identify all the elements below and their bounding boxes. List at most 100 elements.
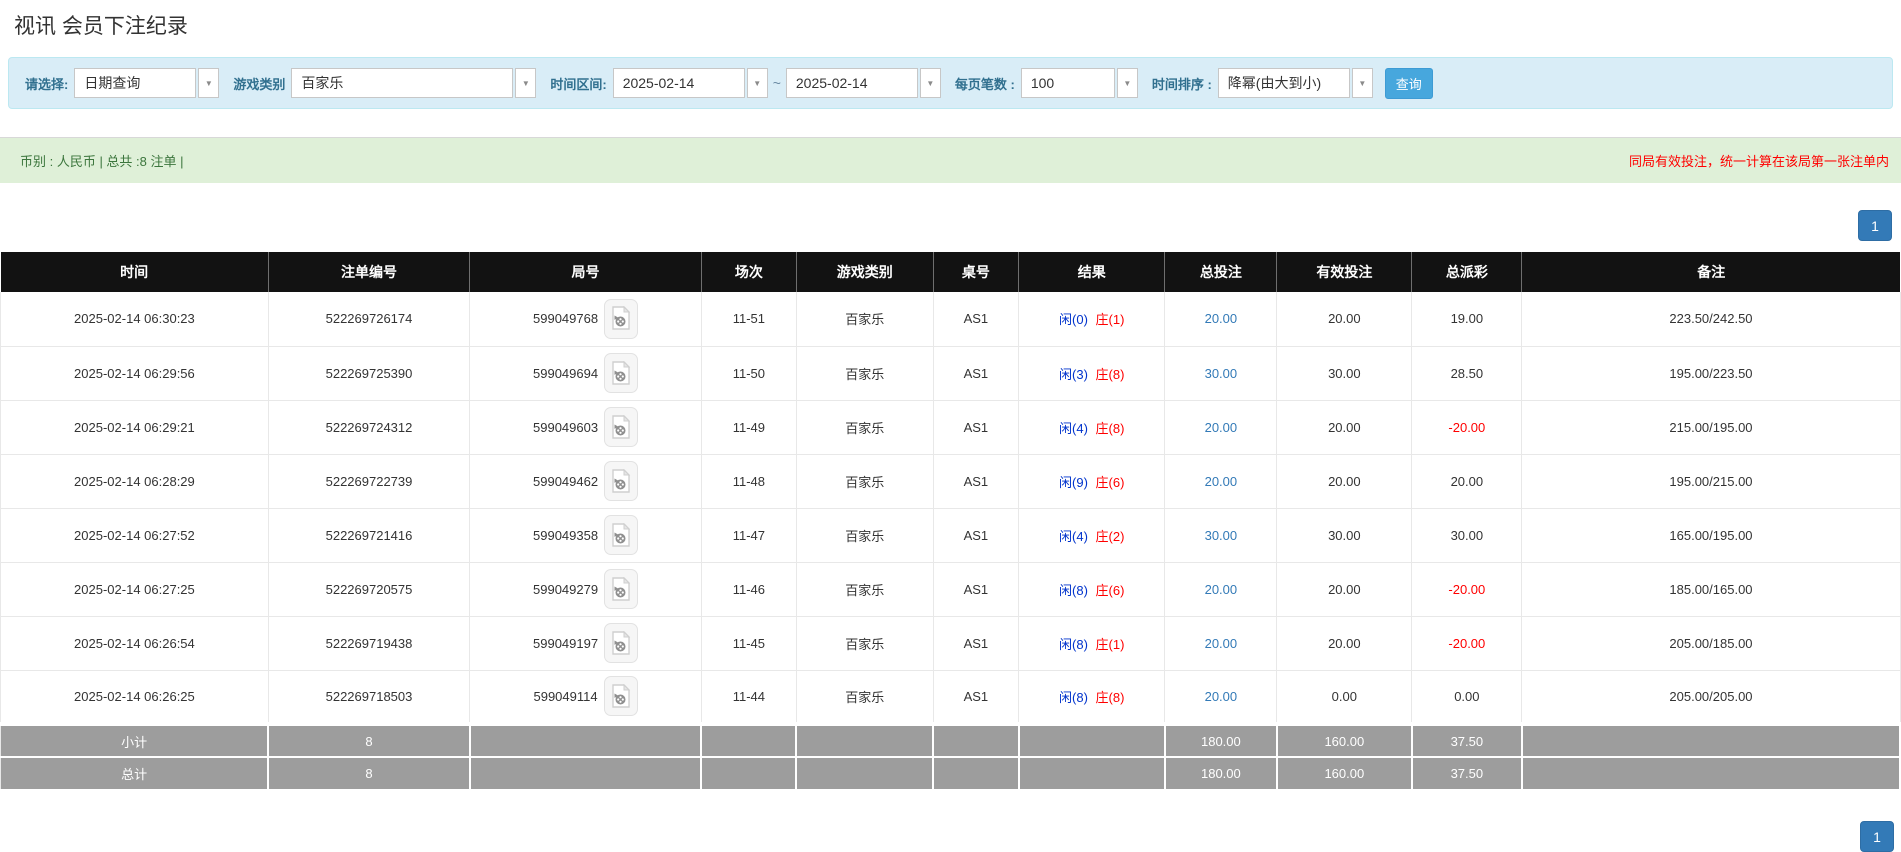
cell-total-bet-link[interactable]: 30.00 <box>1164 346 1278 401</box>
chevron-down-icon[interactable]: ▼ <box>746 68 768 98</box>
round-id-text: 599049603 <box>533 419 599 435</box>
video-file-icon <box>612 468 631 493</box>
result-banker: 庄(1) <box>1095 312 1125 328</box>
cell-total-bet-link[interactable]: 20.00 <box>1164 292 1278 347</box>
table-row: 2025-02-14 06:29:21 522269724312 5990496… <box>0 400 1901 455</box>
cell-time: 2025-02-14 06:29:56 <box>0 346 269 401</box>
video-replay-button[interactable] <box>604 515 639 555</box>
valid-bet-notice-text: 同局有效投注，统一计算在该局第一张注单内 <box>1628 154 1889 169</box>
cell-payout: 0.00 <box>1411 670 1523 725</box>
chevron-down-icon[interactable]: ▼ <box>1351 68 1373 98</box>
cell-session: 11-50 <box>701 346 797 401</box>
cell-payout: -20.00 <box>1411 562 1523 617</box>
cell-round: 599049694 <box>469 346 702 401</box>
video-replay-button[interactable] <box>603 676 638 717</box>
cell-game-type: 百家乐 <box>796 508 934 563</box>
search-button[interactable]: 查询 <box>1384 67 1433 99</box>
filter-toolbar: 请选择: 日期查询 ▼ 游戏类别 百家乐 ▼ 时间区间: 2025-02-14 … <box>8 57 1893 109</box>
query-mode-select[interactable]: 日期查询 ▼ <box>74 68 220 98</box>
video-replay-button[interactable] <box>604 623 639 663</box>
total-payout: 37.50 <box>1410 756 1523 791</box>
cell-valid-bet: 0.00 <box>1276 670 1413 725</box>
column-header-remark: 备注 <box>1521 252 1900 292</box>
result-banker: 庄(1) <box>1095 636 1125 652</box>
game-type-value[interactable]: 百家乐 <box>291 68 514 98</box>
cell-table: AS1 <box>933 670 1020 725</box>
cell-valid-bet: 30.00 <box>1276 346 1413 401</box>
subtotal-payout: 37.50 <box>1410 722 1523 758</box>
table-row: 2025-02-14 06:27:25 522269720575 5990492… <box>0 562 1901 617</box>
video-replay-button[interactable] <box>604 353 639 393</box>
cell-total-bet-link[interactable]: 20.00 <box>1164 616 1278 671</box>
bet-records-table: 时间 注单编号 局号 场次 游戏类别 桌号 结果 总投注 有效投注 总派彩 备注… <box>0 252 1901 791</box>
cell-table: AS1 <box>933 400 1020 455</box>
date-from-value[interactable]: 2025-02-14 <box>612 68 745 98</box>
game-type-select[interactable]: 百家乐 ▼ <box>291 68 537 98</box>
chevron-down-icon[interactable]: ▼ <box>198 68 220 98</box>
cell-round: 599049768 <box>469 292 702 347</box>
date-from-select[interactable]: 2025-02-14 ▼ <box>612 68 768 98</box>
cell-round: 599049358 <box>469 508 702 563</box>
pagination-page-1-bottom[interactable]: 1 <box>1860 821 1894 852</box>
subtotal-empty <box>1017 722 1166 758</box>
cell-total-bet-link[interactable]: 20.00 <box>1164 400 1278 455</box>
result-player: 闲(8) <box>1059 636 1088 652</box>
cell-table: AS1 <box>933 346 1020 401</box>
cell-result: 闲(8) 庄(8) <box>1018 670 1166 725</box>
cell-total-bet-link[interactable]: 20.00 <box>1164 670 1278 725</box>
chevron-down-icon[interactable]: ▼ <box>919 68 941 98</box>
time-range-label: 时间区间: <box>550 76 607 92</box>
cell-game-type: 百家乐 <box>796 292 934 347</box>
chevron-down-icon[interactable]: ▼ <box>1116 68 1138 98</box>
video-replay-button[interactable] <box>604 461 639 501</box>
query-mode-value[interactable]: 日期查询 <box>74 68 197 98</box>
page-size-select[interactable]: 100 ▼ <box>1020 68 1138 98</box>
page-size-value[interactable]: 100 <box>1020 68 1115 98</box>
video-file-icon <box>612 306 631 330</box>
table-row: 2025-02-14 06:27:52 522269721416 5990493… <box>0 508 1901 563</box>
page-title: 视讯 会员下注纪录 <box>14 15 188 38</box>
cell-time: 2025-02-14 06:27:25 <box>0 562 269 617</box>
sort-order-value[interactable]: 降幂(由大到小) <box>1217 68 1350 98</box>
cell-session: 11-48 <box>701 454 797 509</box>
column-header-payout: 总派彩 <box>1411 252 1523 292</box>
query-mode-label: 请选择: <box>25 76 69 92</box>
cell-result: 闲(8) 庄(6) <box>1018 562 1166 617</box>
cell-remark: 205.00/205.00 <box>1521 670 1901 725</box>
total-empty <box>932 756 1020 791</box>
cell-total-bet-link[interactable]: 20.00 <box>1164 562 1278 617</box>
cell-session: 11-44 <box>701 670 797 725</box>
video-replay-button[interactable] <box>604 407 639 447</box>
date-to-value[interactable]: 2025-02-14 <box>785 68 918 98</box>
cell-valid-bet: 30.00 <box>1276 508 1413 563</box>
cell-time: 2025-02-14 06:29:21 <box>0 400 269 455</box>
date-to-select[interactable]: 2025-02-14 ▼ <box>785 68 941 98</box>
video-file-icon <box>612 522 631 547</box>
round-id-text: 599049768 <box>533 311 599 327</box>
result-banker: 庄(6) <box>1095 474 1125 490</box>
subtotal-empty <box>1520 722 1901 758</box>
cell-bet-id: 522269720575 <box>268 562 471 617</box>
cell-remark: 195.00/215.00 <box>1521 454 1901 509</box>
table-header-row: 时间 注单编号 局号 场次 游戏类别 桌号 结果 总投注 有效投注 总派彩 备注 <box>0 252 1900 292</box>
column-header-time: 时间 <box>0 252 269 292</box>
total-valid-bet: 160.00 <box>1275 756 1413 791</box>
cell-round: 599049114 <box>469 670 702 725</box>
cell-remark: 185.00/165.00 <box>1521 562 1901 617</box>
cell-total-bet-link[interactable]: 30.00 <box>1164 508 1278 563</box>
result-banker: 庄(8) <box>1095 420 1125 436</box>
cell-bet-id: 522269719438 <box>268 616 471 671</box>
video-replay-button[interactable] <box>604 298 639 339</box>
cell-remark: 165.00/195.00 <box>1521 508 1901 563</box>
sort-order-select[interactable]: 降幂(由大到小) ▼ <box>1217 68 1373 98</box>
currency-summary-text: 币别 : 人民币 | 总共 :8 注单 | <box>20 154 184 169</box>
cell-time: 2025-02-14 06:27:52 <box>0 508 269 563</box>
result-banker: 庄(2) <box>1095 528 1125 544</box>
round-id-text: 599049197 <box>533 635 599 651</box>
table-row: 2025-02-14 06:30:23 522269726174 5990497… <box>0 292 1901 347</box>
cell-table: AS1 <box>933 508 1020 563</box>
pagination-page-1-top[interactable]: 1 <box>1858 210 1892 241</box>
chevron-down-icon[interactable]: ▼ <box>515 68 537 98</box>
video-replay-button[interactable] <box>604 569 639 609</box>
cell-total-bet-link[interactable]: 20.00 <box>1164 454 1278 509</box>
